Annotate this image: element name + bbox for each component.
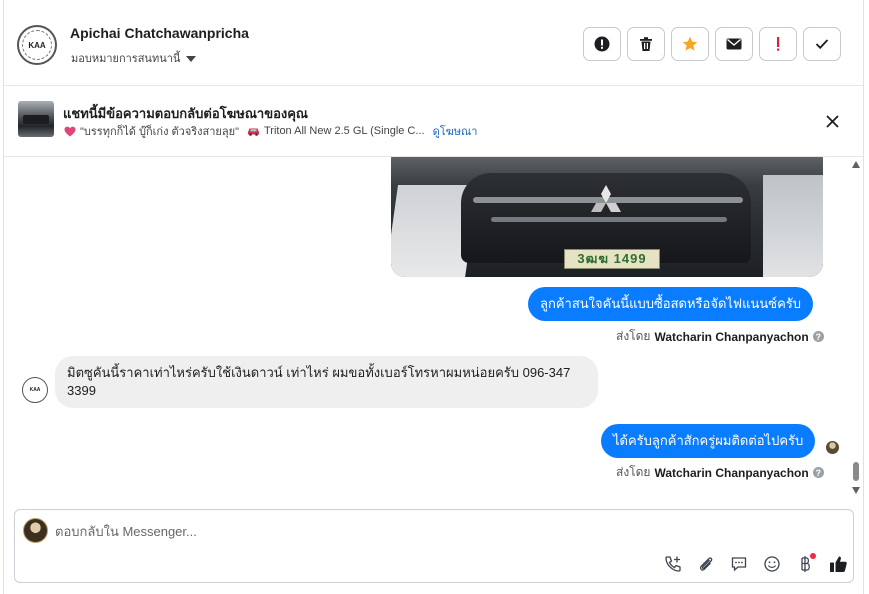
caret-down-icon — [186, 55, 197, 62]
heart-emoji-icon — [64, 126, 76, 136]
saved-reply-icon — [731, 557, 747, 572]
like-button[interactable] — [826, 552, 850, 576]
scrollbar-thumb[interactable] — [853, 462, 859, 481]
ad-thumbnail[interactable] — [18, 101, 54, 137]
close-icon — [825, 114, 839, 128]
envelope-icon — [726, 38, 742, 50]
car-photo-attachment[interactable]: 3ฒฆ 1499 — [391, 157, 823, 277]
car-photo-background-right — [763, 175, 823, 277]
outgoing-message[interactable]: ได้ครับลูกค้าสักครู่ผมติดต่อไปครับ — [601, 424, 816, 458]
close-banner-button[interactable] — [822, 111, 842, 131]
window-border-right — [863, 0, 864, 594]
follow-up-button[interactable] — [759, 27, 797, 61]
ad-product: Triton All New 2.5 GL (Single C... — [263, 125, 425, 137]
attach-button[interactable] — [694, 552, 718, 576]
emoji-icon — [764, 556, 780, 572]
reply-composer — [14, 509, 854, 583]
ad-banner-detail: "บรรทุกก็ได้ บู๊ก็เก่ง ตัวจริงสายลุย" Tr… — [64, 122, 477, 140]
star-button[interactable] — [671, 27, 709, 61]
header-actions — [583, 27, 841, 61]
sender-name[interactable]: Watcharin Chanpanyachon — [654, 466, 808, 480]
help-icon[interactable]: ? — [812, 467, 824, 478]
done-button[interactable] — [803, 27, 841, 61]
sent-by-label: ส่งโดย Watcharin Chanpanyachon ? — [616, 327, 824, 346]
license-plate: 3ฒฆ 1499 — [564, 249, 660, 269]
assign-label: มอบหมายการสนทนานี้ — [71, 53, 181, 65]
sent-by-label: ส่งโดย Watcharin Chanpanyachon ? — [616, 463, 824, 482]
exclamation-circle-icon — [594, 36, 610, 52]
call-button[interactable] — [661, 552, 685, 576]
star-icon — [682, 36, 698, 51]
reply-input[interactable] — [55, 521, 655, 541]
trash-icon — [640, 37, 652, 51]
outgoing-message[interactable]: ลูกค้าสนใจคันนี้แบบซื้อสดหรือจัดไฟแนนซ์ค… — [528, 287, 814, 321]
scroll-down-arrow[interactable] — [852, 487, 860, 494]
ad-reply-banner: แชทนี้มีข้อความตอบกลับต่อโฆษณาของคุณ "บร… — [4, 86, 863, 157]
contact-avatar[interactable]: KAA — [17, 25, 57, 65]
composer-tools — [661, 552, 850, 576]
help-icon[interactable]: ? — [812, 331, 824, 342]
notification-dot — [810, 553, 816, 559]
scroll-up-arrow[interactable] — [852, 161, 860, 168]
mark-unread-button[interactable] — [715, 27, 753, 61]
ad-headline: "บรรทุกก็ได้ บู๊ก็เก่ง ตัวจริงสายลุย" — [80, 126, 239, 138]
mitsubishi-logo — [591, 185, 621, 212]
incoming-message[interactable]: มิตซูคันนี้ราคาเท่าไหร่ครับใช้เงินดาวน์ … — [55, 356, 598, 408]
car-emoji-icon — [247, 128, 259, 136]
contact-avatar-small[interactable]: KAA — [22, 377, 48, 403]
seen-avatar — [826, 441, 839, 454]
message-list[interactable]: 3ฒฆ 1499 ลูกค้าสนใจคันนี้แบบซื้อสดหรือจั… — [4, 157, 863, 504]
agent-avatar — [23, 518, 48, 543]
paperclip-icon — [700, 557, 713, 571]
contact-logo-text: KAA — [22, 30, 52, 60]
saved-reply-button[interactable] — [727, 552, 751, 576]
like-icon — [829, 556, 847, 572]
conversation-header: KAA Apichai Chatchawanpricha มอบหมายการส… — [4, 0, 863, 86]
check-icon — [815, 39, 829, 50]
sender-name[interactable]: Watcharin Chanpanyachon — [654, 330, 808, 344]
payment-button[interactable] — [793, 552, 817, 576]
phone-plus-icon — [665, 556, 681, 572]
sent-by-prefix: ส่งโดย — [616, 465, 651, 479]
delete-button[interactable] — [627, 27, 665, 61]
ad-banner-title: แชทนี้มีข้อความตอบกลับต่อโฆษณาของคุณ — [63, 106, 308, 121]
spam-button[interactable] — [583, 27, 621, 61]
conversation-window: KAA Apichai Chatchawanpricha มอบหมายการส… — [0, 0, 869, 594]
exclamation-icon — [777, 37, 780, 51]
emoji-button[interactable] — [760, 552, 784, 576]
contact-name[interactable]: Apichai Chatchawanpricha — [70, 25, 249, 41]
assign-conversation-dropdown[interactable]: มอบหมายการสนทนานี้ — [71, 49, 197, 67]
sent-by-prefix: ส่งโดย — [616, 329, 651, 343]
view-ad-link[interactable]: ดูโฆษณา — [433, 122, 478, 140]
